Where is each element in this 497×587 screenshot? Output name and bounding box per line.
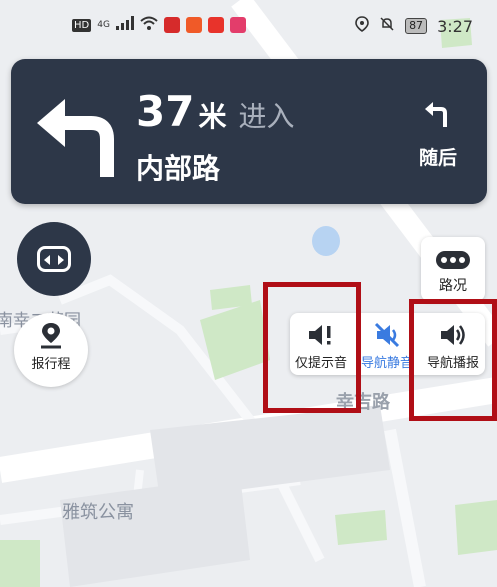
next-turn-left-icon	[425, 102, 447, 127]
mute-bell-icon	[379, 16, 395, 36]
map-label-apartment: 雅筑公寓	[62, 502, 134, 523]
network-type: 4G	[97, 20, 110, 30]
next-turn: 随后	[414, 99, 462, 170]
distance-value: 37	[136, 87, 195, 136]
wifi-icon	[140, 16, 158, 34]
traffic-icon	[436, 251, 470, 269]
location-route-icon	[41, 323, 61, 349]
next-turn-label: 随后	[418, 147, 457, 169]
turn-left-arrow-icon	[37, 99, 114, 177]
share-trip-button[interactable]: 报行程	[14, 313, 88, 387]
distance-unit: 米	[198, 100, 227, 133]
share-trip-label: 报行程	[31, 357, 71, 372]
speaker-mute-icon	[374, 322, 400, 348]
status-right-icons: 87 3:27	[355, 16, 473, 36]
battery-icon: 87	[405, 18, 428, 34]
turn-action: 进入	[238, 100, 295, 133]
video-app-icon	[207, 17, 224, 33]
highlight-box-prompt-only	[263, 282, 361, 413]
location-icon	[355, 16, 369, 36]
traffic-label: 路况	[439, 278, 467, 294]
road-name: 内部路	[136, 152, 221, 185]
status-bar: HD 4G 87 3:27	[0, 0, 497, 52]
app-icon	[185, 17, 202, 33]
media-control-button[interactable]	[17, 222, 91, 296]
distance-to-turn: 37 米 进入	[136, 87, 294, 136]
mic-app-icon	[163, 17, 180, 33]
status-left-icons: HD 4G	[72, 16, 246, 34]
media-icon	[37, 246, 71, 272]
highlight-box-broadcast	[409, 299, 497, 421]
clock: 3:27	[437, 16, 473, 36]
navigation-guidance-card[interactable]: 37 米 进入 内部路 随后	[11, 59, 487, 204]
traffic-button[interactable]: 路况	[421, 237, 485, 301]
hd-icon: HD	[72, 18, 92, 32]
signal-icon	[115, 16, 134, 34]
app-icon-2	[229, 17, 246, 33]
